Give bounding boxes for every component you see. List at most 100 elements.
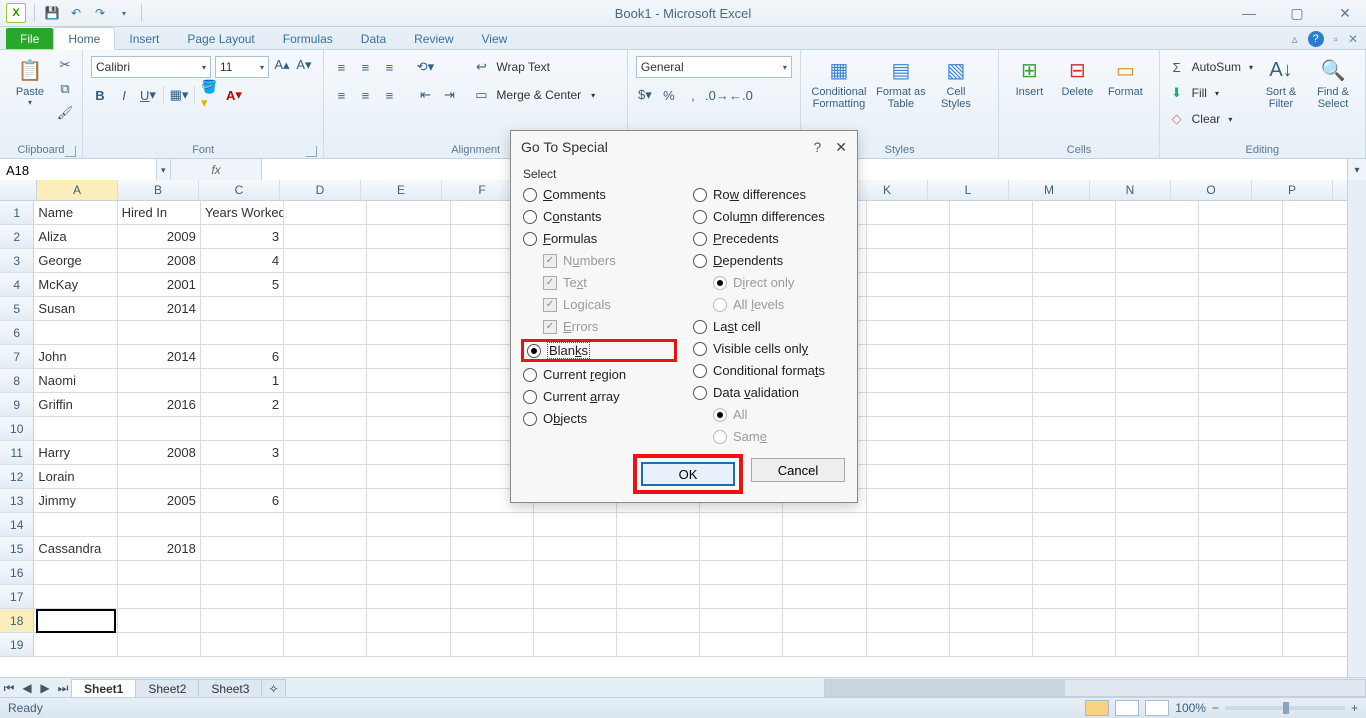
sheet-nav-next-icon[interactable]: ▶ <box>36 681 54 695</box>
cell-F14[interactable] <box>451 513 534 537</box>
dialog-close-icon[interactable]: ✕ <box>835 139 847 156</box>
cell-B18[interactable] <box>118 609 201 633</box>
cell-C12[interactable] <box>201 465 284 489</box>
close-button[interactable]: ✕ <box>1330 5 1360 22</box>
vertical-scrollbar[interactable] <box>1347 180 1366 678</box>
cell-O8[interactable] <box>1199 369 1282 393</box>
zoom-slider[interactable] <box>1225 706 1345 710</box>
column-header-B[interactable]: B <box>118 180 199 200</box>
cell-E14[interactable] <box>367 513 450 537</box>
cell-O6[interactable] <box>1199 321 1282 345</box>
excel-logo-icon[interactable]: X <box>6 3 26 23</box>
cell-L5[interactable] <box>950 297 1033 321</box>
cell-A9[interactable]: Griffin <box>34 393 117 417</box>
cell-M13[interactable] <box>1033 489 1116 513</box>
cell-E6[interactable] <box>367 321 450 345</box>
option-visible-cells[interactable]: Visible cells only <box>693 341 845 356</box>
cell-B2[interactable]: 2009 <box>118 225 201 249</box>
cell-G19[interactable] <box>534 633 617 657</box>
cell-D14[interactable] <box>284 513 367 537</box>
page-layout-view-button[interactable] <box>1115 700 1139 716</box>
cell-K19[interactable] <box>867 633 950 657</box>
percent-format-icon[interactable]: % <box>660 86 678 104</box>
zoom-level[interactable]: 100% <box>1175 701 1206 715</box>
cell-K14[interactable] <box>867 513 950 537</box>
cell-G14[interactable] <box>534 513 617 537</box>
cell-A14[interactable] <box>34 513 117 537</box>
cell-A11[interactable]: Harry <box>34 441 117 465</box>
column-header-C[interactable]: C <box>199 180 280 200</box>
cell-N18[interactable] <box>1116 609 1199 633</box>
autosum-button[interactable]: ΣAutoSum▾ <box>1168 56 1253 78</box>
cell-A13[interactable]: Jimmy <box>34 489 117 513</box>
row-header-10[interactable]: 10 <box>0 417 34 441</box>
cell-B1[interactable]: Hired In <box>118 201 201 225</box>
page-break-view-button[interactable] <box>1145 700 1169 716</box>
option-constants[interactable]: Constants <box>523 209 675 224</box>
cell-B16[interactable] <box>118 561 201 585</box>
option-precedents[interactable]: Precedents <box>693 231 845 246</box>
cell-L11[interactable] <box>950 441 1033 465</box>
bold-icon[interactable]: B <box>91 86 109 104</box>
cell-M9[interactable] <box>1033 393 1116 417</box>
cell-O1[interactable] <box>1199 201 1282 225</box>
option-objects[interactable]: Objects <box>523 411 675 426</box>
dialog-help-icon[interactable]: ? <box>813 139 821 155</box>
cell-E15[interactable] <box>367 537 450 561</box>
tab-view[interactable]: View <box>468 28 522 49</box>
cell-O3[interactable] <box>1199 249 1282 273</box>
cell-A2[interactable]: Aliza <box>34 225 117 249</box>
cell-D1[interactable] <box>284 201 367 225</box>
cell-K17[interactable] <box>867 585 950 609</box>
number-format-combo[interactable]: General▾ <box>636 56 792 78</box>
ok-button[interactable]: OK <box>641 462 735 486</box>
cell-D2[interactable] <box>284 225 367 249</box>
cell-H16[interactable] <box>617 561 700 585</box>
cell-B17[interactable] <box>118 585 201 609</box>
cell-E13[interactable] <box>367 489 450 513</box>
sheet-nav-first-icon[interactable]: ⏮ <box>0 681 18 696</box>
cell-B4[interactable]: 2001 <box>118 273 201 297</box>
cell-D6[interactable] <box>284 321 367 345</box>
cell-A18[interactable] <box>34 609 117 633</box>
cell-O13[interactable] <box>1199 489 1282 513</box>
cell-C6[interactable] <box>201 321 284 345</box>
comma-format-icon[interactable]: , <box>684 86 702 104</box>
tab-home[interactable]: Home <box>53 27 115 50</box>
sheet-nav-prev-icon[interactable]: ◀ <box>18 681 36 695</box>
cell-D8[interactable] <box>284 369 367 393</box>
cell-E1[interactable] <box>367 201 450 225</box>
cell-N13[interactable] <box>1116 489 1199 513</box>
cell-B12[interactable] <box>118 465 201 489</box>
increase-indent-icon[interactable]: ⇥ <box>440 86 458 104</box>
cell-K8[interactable] <box>867 369 950 393</box>
merge-center-button[interactable]: ▭Merge & Center▾ <box>472 84 595 106</box>
row-header-11[interactable]: 11 <box>0 441 34 465</box>
align-right-icon[interactable]: ≡ <box>380 86 398 104</box>
cell-E2[interactable] <box>367 225 450 249</box>
cut-icon[interactable]: ✂ <box>56 56 74 74</box>
cell-L1[interactable] <box>950 201 1033 225</box>
format-cells-button[interactable]: ▭Format <box>1103 56 1147 98</box>
cell-C11[interactable]: 3 <box>201 441 284 465</box>
column-header-L[interactable]: L <box>928 180 1009 200</box>
cell-I18[interactable] <box>700 609 783 633</box>
cell-O18[interactable] <box>1199 609 1282 633</box>
cell-N14[interactable] <box>1116 513 1199 537</box>
window-close-icon[interactable]: ✕ <box>1348 32 1358 46</box>
option-current-array[interactable]: Current array <box>523 389 675 404</box>
row-header-3[interactable]: 3 <box>0 249 34 273</box>
option-current-region[interactable]: Current region <box>523 367 675 382</box>
italic-icon[interactable]: I <box>115 86 133 104</box>
align-top-icon[interactable]: ≡ <box>332 58 350 76</box>
cell-A3[interactable]: George <box>34 249 117 273</box>
cell-E10[interactable] <box>367 417 450 441</box>
row-header-17[interactable]: 17 <box>0 585 34 609</box>
cell-E12[interactable] <box>367 465 450 489</box>
increase-font-icon[interactable]: A▴ <box>273 56 291 74</box>
cell-H15[interactable] <box>617 537 700 561</box>
cell-J18[interactable] <box>783 609 866 633</box>
column-header-M[interactable]: M <box>1009 180 1090 200</box>
cell-styles-button[interactable]: ▧Cell Styles <box>933 56 979 110</box>
clear-button[interactable]: ◇Clear▾ <box>1168 108 1253 130</box>
